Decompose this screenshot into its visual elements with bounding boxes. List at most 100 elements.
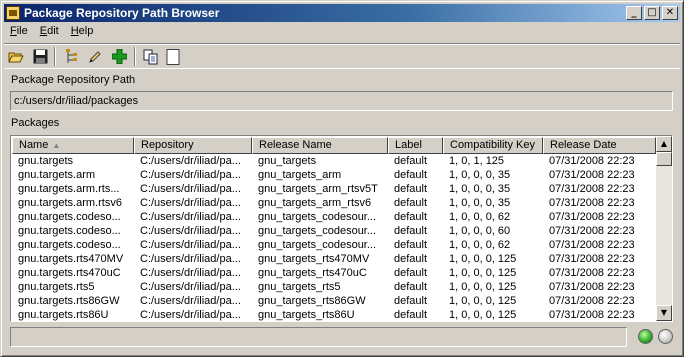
cell-release-name: gnu_targets_codesour...: [258, 211, 377, 223]
menu-edit-accel: E: [39, 25, 48, 37]
menu-file-label: ile: [16, 25, 28, 37]
save-disk-icon[interactable]: [29, 46, 51, 67]
cell-release-date: 07/31/2008 22:23: [549, 211, 635, 223]
cell-name: gnu.targets.rts86U: [18, 309, 109, 321]
cell-release-date: 07/31/2008 22:23: [549, 155, 635, 167]
cell-release-name: gnu_targets_rts5: [258, 281, 341, 293]
table-body: gnu.targets C:/users/dr/iliad/pa... gnu_ta…: [12, 154, 656, 321]
table-row[interactable]: gnu.targets.arm C:/users/dr/iliad/pa... gn…: [12, 168, 656, 182]
cell-compatibility-key: 1, 0, 0, 0, 62: [449, 239, 511, 251]
table-row[interactable]: gnu.targets.rts86GW C:/users/dr/iliad/pa.…: [12, 294, 656, 308]
toolbar-separator: [134, 47, 136, 66]
cell-repository: C:/users/dr/iliad/pa...: [140, 211, 241, 223]
cell-release-name: gnu_targets_arm_rtsv6: [258, 197, 372, 209]
scroll-up-button[interactable]: ▲: [656, 136, 672, 152]
cell-compatibility-key: 1, 0, 0, 0, 125: [449, 253, 517, 265]
table-row[interactable]: gnu.targets.rts470MV C:/users/dr/iliad/pa…: [12, 252, 656, 266]
blank-page-icon[interactable]: [162, 46, 184, 67]
cell-name: gnu.targets.rts86GW: [18, 295, 120, 307]
cell-name: gnu.targets.rts5: [18, 281, 95, 293]
cell-release-name: gnu_targets: [258, 155, 317, 167]
menu-help-accel: H: [70, 25, 79, 37]
cell-compatibility-key: 1, 0, 0, 0, 35: [449, 169, 511, 181]
cell-name: gnu.targets.rts470uC: [18, 267, 121, 279]
copy-icon[interactable]: [140, 46, 162, 67]
cell-compatibility-key: 1, 0, 0, 0, 125: [449, 309, 517, 321]
vertical-scrollbar[interactable]: ▲ ▼: [656, 136, 672, 321]
menu-file[interactable]: File: [4, 24, 34, 42]
cell-label: default: [394, 267, 428, 279]
app-package-icon: [6, 6, 20, 20]
column-header-release-name[interactable]: Release Name: [252, 137, 388, 154]
column-header-release-date[interactable]: Release Date: [543, 137, 656, 154]
minimize-button[interactable]: _: [626, 6, 642, 20]
cell-name: gnu.targets.rts470MV: [18, 253, 124, 265]
cell-compatibility-key: 1, 0, 0, 0, 60: [449, 225, 511, 237]
cell-repository: C:/users/dr/iliad/pa...: [140, 183, 241, 195]
cell-release-date: 07/31/2008 22:23: [549, 183, 635, 195]
cell-compatibility-key: 1, 0, 1, 125: [449, 155, 505, 167]
column-header-compatibility-key[interactable]: Compatibility Key: [443, 137, 543, 154]
packages-section-label: Packages: [11, 117, 60, 129]
path-section-label: Package Repository Path: [11, 74, 136, 86]
cell-label: default: [394, 197, 428, 209]
column-header-name[interactable]: Name ▲: [12, 137, 134, 154]
packages-table: Name ▲ Repository Release Name Label Comp…: [10, 135, 673, 322]
cell-name: gnu.targets: [18, 155, 74, 167]
cell-compatibility-key: 1, 0, 0, 0, 35: [449, 183, 511, 195]
table-row[interactable]: gnu.targets.arm.rtsv6 C:/users/dr/iliad/p…: [12, 196, 656, 210]
cell-label: default: [394, 295, 428, 307]
table-row[interactable]: gnu.targets.codeso... C:/users/dr/iliad/p…: [12, 210, 656, 224]
cell-label: default: [394, 239, 428, 251]
table-row[interactable]: gnu.targets.codeso... C:/users/dr/iliad/p…: [12, 224, 656, 238]
menu-edit[interactable]: Edit: [34, 24, 65, 42]
cell-release-date: 07/31/2008 22:23: [549, 225, 635, 237]
cell-repository: C:/users/dr/iliad/pa...: [140, 295, 241, 307]
menu-help[interactable]: Help: [65, 24, 100, 42]
cell-release-date: 07/31/2008 22:23: [549, 281, 635, 293]
cell-release-name: gnu_targets_rts470MV: [258, 253, 370, 265]
cell-release-name: gnu_targets_codesour...: [258, 225, 377, 237]
tree-icon[interactable]: [60, 46, 82, 67]
scroll-thumb[interactable]: [656, 152, 672, 166]
table-header: Name ▲ Repository Release Name Label Comp…: [12, 137, 656, 154]
toolbar: [4, 43, 680, 69]
cell-compatibility-key: 1, 0, 0, 0, 125: [449, 295, 517, 307]
table-row[interactable]: gnu.targets C:/users/dr/iliad/pa... gnu_ta…: [12, 154, 656, 168]
table-row[interactable]: gnu.targets.rts470uC C:/users/dr/iliad/pa…: [12, 266, 656, 280]
table-row[interactable]: gnu.targets.arm.rts... C:/users/dr/iliad/…: [12, 182, 656, 196]
title-bar[interactable]: Package Repository Path Browser _ □ ✕: [4, 4, 680, 22]
scroll-down-button[interactable]: ▼: [656, 305, 672, 321]
cell-label: default: [394, 309, 428, 321]
status-ok-light-icon: [638, 329, 653, 344]
cell-label: default: [394, 281, 428, 293]
cell-repository: C:/users/dr/iliad/pa...: [140, 267, 241, 279]
table-row[interactable]: gnu.targets.rts86U C:/users/dr/iliad/pa..…: [12, 308, 656, 321]
cell-repository: C:/users/dr/iliad/pa...: [140, 197, 241, 209]
cell-release-date: 07/31/2008 22:23: [549, 197, 635, 209]
edit-pencil-icon[interactable]: [84, 46, 106, 67]
repository-path-field[interactable]: c:/users/dr/iliad/packages: [10, 91, 673, 111]
cell-release-date: 07/31/2008 22:23: [549, 253, 635, 265]
cell-release-date: 07/31/2008 22:23: [549, 295, 635, 307]
cell-label: default: [394, 253, 428, 265]
table-row[interactable]: gnu.targets.codeso... C:/users/dr/iliad/p…: [12, 238, 656, 252]
open-folder-icon[interactable]: [5, 46, 27, 67]
cell-release-date: 07/31/2008 22:23: [549, 267, 635, 279]
cell-release-date: 07/31/2008 22:23: [549, 239, 635, 251]
add-plus-icon[interactable]: [108, 46, 130, 67]
maximize-button[interactable]: □: [644, 6, 660, 20]
column-header-label[interactable]: Label: [388, 137, 443, 154]
cell-repository: C:/users/dr/iliad/pa...: [140, 253, 241, 265]
cell-name: gnu.targets.arm.rtsv6: [18, 197, 122, 209]
cell-label: default: [394, 211, 428, 223]
column-header-repository[interactable]: Repository: [134, 137, 252, 154]
table-row[interactable]: gnu.targets.rts5 C:/users/dr/iliad/pa... g…: [12, 280, 656, 294]
menu-bar: File Edit Help: [4, 24, 99, 42]
cell-compatibility-key: 1, 0, 0, 0, 125: [449, 281, 517, 293]
cell-release-name: gnu_targets_arm_rtsv5T: [258, 183, 378, 195]
cell-compatibility-key: 1, 0, 0, 0, 35: [449, 197, 511, 209]
cell-repository: C:/users/dr/iliad/pa...: [140, 225, 241, 237]
status-bar: [10, 327, 627, 347]
close-button[interactable]: ✕: [662, 6, 678, 20]
